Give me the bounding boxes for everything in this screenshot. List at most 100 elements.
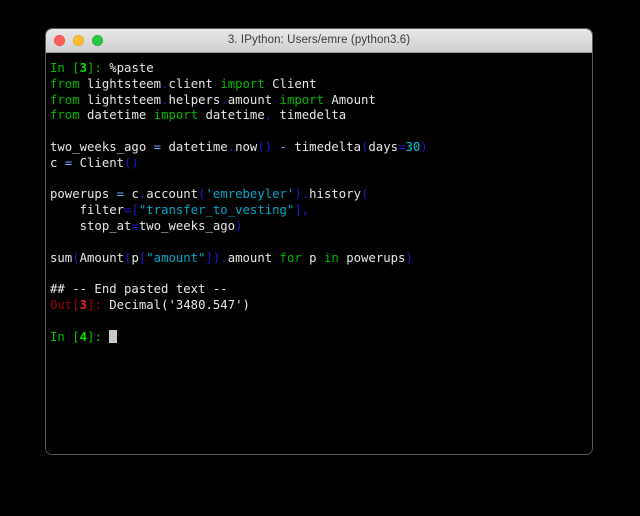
code-token: : <box>94 297 110 312</box>
code-token: "transfer_to_vesting" <box>138 203 295 218</box>
code-token: stop_at <box>50 218 132 233</box>
code-token: . <box>220 92 228 107</box>
blank-2 <box>50 172 586 188</box>
code-token: [ <box>72 329 80 344</box>
code-token: c <box>124 187 139 202</box>
line-sum: sum(Amount(p["amount"]).amount for p in … <box>50 251 586 267</box>
code-token: - <box>279 139 287 154</box>
code-token: for <box>279 250 310 265</box>
terminal-window[interactable]: 3. IPython: Users/emre (python3.6) In [3… <box>46 29 592 454</box>
blank-1 <box>50 124 586 140</box>
code-token: ( <box>360 187 369 202</box>
code-token: datetime <box>205 108 265 123</box>
code-token: c <box>50 155 65 170</box>
code-token: from <box>50 92 88 107</box>
code-token: two_weeks_ago <box>138 218 236 233</box>
code-token: = <box>131 218 139 233</box>
code-token: from <box>50 76 88 91</box>
code-token: . <box>220 250 228 265</box>
code-token: ## -- End pasted text -- <box>50 282 228 297</box>
line-c-client: c = Client() <box>50 156 586 172</box>
line-filter: filter=["transfer_to_vesting"], <box>50 203 586 219</box>
code-token: datetime <box>161 139 228 154</box>
code-token: Decimal('3480.547') <box>109 297 250 312</box>
code-token: %paste <box>109 61 154 75</box>
code-token: 4 <box>79 329 88 344</box>
code-token: p <box>131 250 139 265</box>
line-two-weeks-ago: two_weeks_ago = datetime.now() - timedel… <box>50 140 586 156</box>
code-token: : <box>94 329 110 344</box>
code-token: Client <box>272 76 317 91</box>
desktop-backdrop: 3. IPython: Users/emre (python3.6) In [3… <box>0 0 640 516</box>
code-token: [ <box>72 297 80 312</box>
line-import-datetime: from datetime import datetime, timedelta <box>50 108 586 124</box>
code-token: In <box>50 61 73 75</box>
code-token: powerups <box>50 187 117 202</box>
code-token: datetime <box>87 108 154 123</box>
code-token: ) <box>235 218 243 233</box>
console-output[interactable]: In [3]: %paste from lightsteem.client imp… <box>50 61 586 345</box>
line-in-4: In [4]: <box>50 329 586 346</box>
code-token: two_weeks_ago <box>50 139 154 154</box>
code-token: days <box>368 139 399 154</box>
code-token: timedelta <box>272 108 347 123</box>
code-token: = <box>116 187 125 202</box>
code-token: [ <box>72 61 80 75</box>
code-token: . <box>227 139 236 154</box>
close-button[interactable] <box>54 35 65 46</box>
code-token: account <box>146 187 199 202</box>
window-title-bar[interactable]: 3. IPython: Users/emre (python3.6) <box>46 29 592 53</box>
code-token: filter <box>50 203 125 218</box>
code-token: ( <box>72 250 80 265</box>
code-token: helpers <box>168 92 221 107</box>
code-token: Amount <box>331 92 376 107</box>
code-token: ( <box>198 187 206 202</box>
code-token: () <box>124 155 139 170</box>
code-token: ], <box>294 203 310 218</box>
code-token: now <box>235 139 258 154</box>
blank-3 <box>50 235 586 251</box>
code-token: Out <box>50 297 73 312</box>
window-controls <box>54 29 103 52</box>
terminal-body[interactable]: In [3]: %paste from lightsteem.client imp… <box>46 53 592 454</box>
code-token: Client <box>72 155 125 170</box>
code-token: 'emrebeyler' <box>205 187 295 202</box>
code-token: import <box>279 92 332 107</box>
blank-5 <box>50 314 586 330</box>
minimize-button[interactable] <box>73 35 84 46</box>
code-token: = <box>153 139 162 154</box>
line-in-3: In [3]: %paste <box>50 61 586 77</box>
code-token: : <box>94 61 110 75</box>
line-end-pasted: ## -- End pasted text -- <box>50 282 586 298</box>
zoom-button[interactable] <box>92 35 103 46</box>
code-token: ) <box>420 139 428 154</box>
line-import-amount: from lightsteem.helpers.amount import Am… <box>50 93 586 109</box>
code-token: () <box>257 139 273 154</box>
code-token: lightsteem <box>87 92 162 107</box>
code-token: amount <box>227 250 280 265</box>
code-token: client <box>168 76 221 91</box>
code-token: history <box>309 187 361 202</box>
code-token: p <box>309 250 324 265</box>
line-out-3: Out[3]: Decimal('3480.547') <box>50 298 586 314</box>
code-token: ) <box>405 250 413 265</box>
window-title: 3. IPython: Users/emre (python3.6) <box>227 34 411 46</box>
code-token: sum <box>50 250 73 265</box>
code-token: import <box>153 108 206 123</box>
code-token: In <box>50 329 73 344</box>
code-token: =[ <box>124 203 139 218</box>
code-token: timedelta <box>286 139 361 154</box>
code-token: powerups <box>346 250 406 265</box>
code-token: 30 <box>405 139 421 154</box>
code-token: "amount" <box>146 250 206 265</box>
code-token: in <box>323 250 347 265</box>
code-token: lightsteem <box>87 76 162 91</box>
code-token: import <box>220 76 273 91</box>
blank-4 <box>50 266 586 282</box>
line-stop-at: stop_at=two_weeks_ago) <box>50 219 586 235</box>
code-token: 3 <box>79 61 88 75</box>
code-token: 3 <box>79 297 88 312</box>
code-token: amount <box>227 92 280 107</box>
code-token: Amount <box>79 250 125 265</box>
